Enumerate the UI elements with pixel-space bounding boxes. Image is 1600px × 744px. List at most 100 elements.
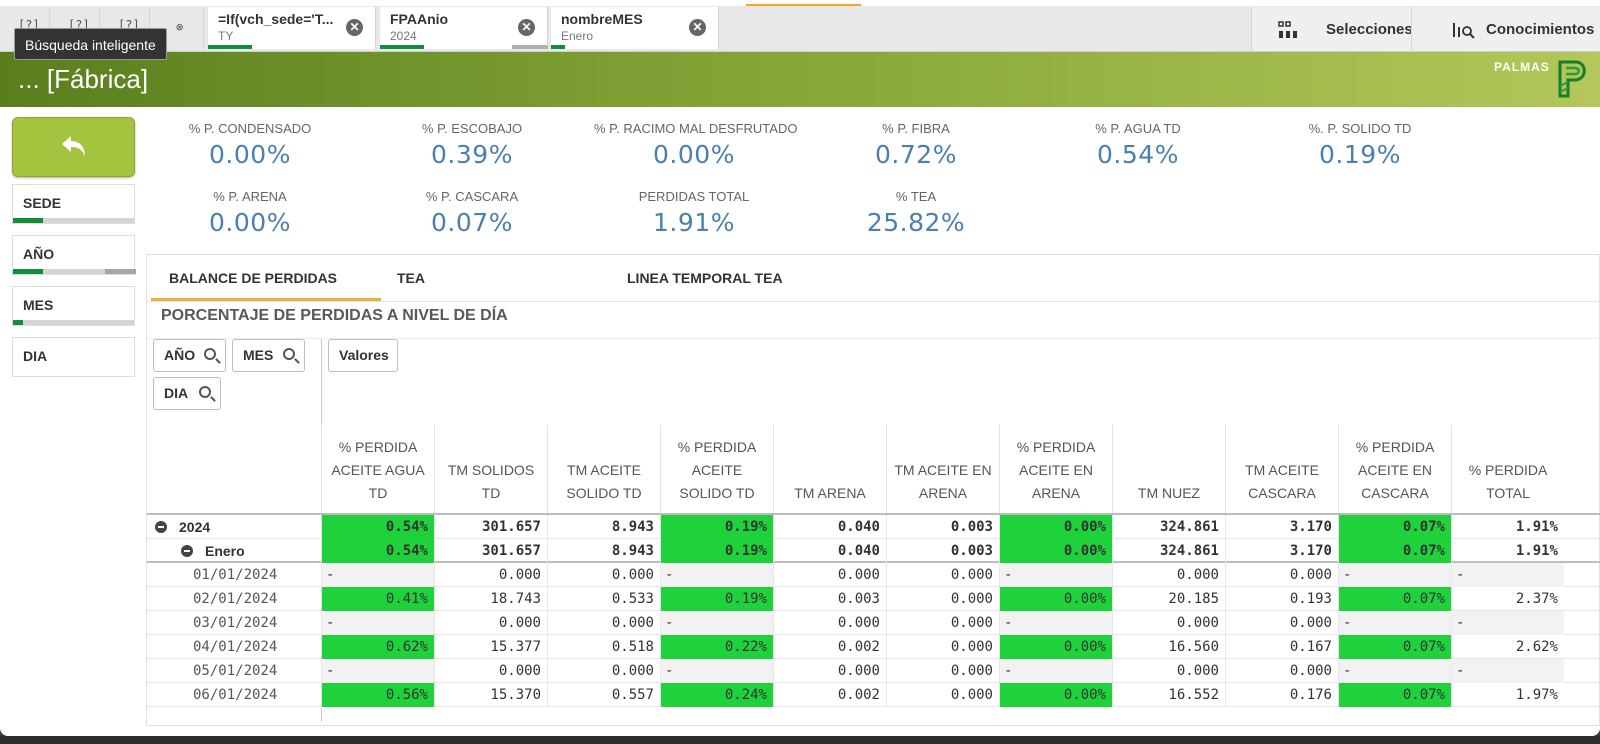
- table-cell: 0.19%: [660, 539, 773, 563]
- filter-dia[interactable]: DIA: [12, 337, 135, 377]
- column-header[interactable]: % PERDIDA ACEITE EN CASCARA: [1338, 425, 1451, 515]
- column-header[interactable]: TM ACEITE CASCARA: [1225, 425, 1338, 515]
- filter-excluded-bar: [105, 269, 136, 274]
- dimension-button-anio[interactable]: AÑO: [153, 339, 226, 372]
- table-cell: 0.000: [886, 659, 999, 683]
- table-cell: 0.07%: [1338, 635, 1451, 659]
- column-header[interactable]: % PERDIDA ACEITE AGUA TD: [321, 425, 434, 515]
- column-header[interactable]: TM ACEITE EN ARENA: [886, 425, 999, 515]
- kpi-fibra: % P. FIBRA 0.72%: [816, 121, 1016, 169]
- undo-arrow-icon: [62, 136, 85, 157]
- dimension-button-mes[interactable]: MES: [232, 339, 305, 372]
- column-header[interactable]: TM ARENA: [773, 425, 886, 515]
- kpi-racimo-mal-desfrutado: % P. RACIMO MAL DESFRUTADO 0.00%: [594, 121, 797, 169]
- table-row-date: 03/01/2024-0.000 0.000-0.000 0.000-0.000 0.…: [147, 611, 1600, 635]
- row-label-text: 05/01/2024: [193, 663, 278, 679]
- table-cell: 0.000: [886, 635, 999, 659]
- table-cell: -: [999, 563, 1112, 587]
- search-icon: [283, 348, 295, 360]
- table-cell: 0.00%: [999, 635, 1112, 659]
- column-header[interactable]: TM SOLIDOS TD: [434, 425, 547, 515]
- selections-label: Selecciones: [1326, 21, 1413, 38]
- table-cell: 0.41%: [321, 587, 434, 611]
- table-cell: 3.170: [1225, 539, 1338, 563]
- collapse-icon[interactable]: [181, 545, 193, 557]
- kpi-arena: % P. ARENA 0.00%: [150, 189, 350, 237]
- selection-chip-anio[interactable]: FPAAnio 2024 ✕: [380, 7, 548, 49]
- table-cell: 0.00%: [999, 515, 1112, 539]
- row-label-text: 02/01/2024: [193, 591, 278, 607]
- kpi-label: %. P. SOLIDO TD: [1308, 121, 1412, 136]
- kpi-label: % P. ESCOBAJO: [421, 121, 523, 136]
- column-header[interactable]: TM ACEITE SOLIDO TD: [547, 425, 660, 515]
- table-cell: 0.557: [547, 683, 660, 707]
- chip-selection-bar: [380, 45, 424, 49]
- dimension-label: DIA: [164, 385, 189, 401]
- insights-button[interactable]: Conocimientos: [1411, 7, 1600, 51]
- table-cell: -: [1451, 563, 1564, 587]
- kpi-cascara: % P. CASCARA 0.07%: [372, 189, 572, 237]
- row-label[interactable]: 2024: [155, 515, 210, 539]
- filter-mes[interactable]: MES: [12, 286, 135, 326]
- kpi-label: % P. FIBRA: [882, 121, 950, 136]
- filter-track: [13, 320, 134, 325]
- close-icon[interactable]: ✕: [346, 19, 363, 36]
- chip-title: =If(vch_sede='T...: [218, 11, 334, 27]
- collapse-icon[interactable]: [155, 521, 167, 533]
- column-header[interactable]: TM NUEZ: [1112, 425, 1225, 515]
- selection-chip-mes[interactable]: nombreMES Enero ✕: [551, 7, 719, 49]
- kpi-value: 0.00%: [653, 140, 735, 169]
- table-cell: 0.000: [434, 611, 547, 635]
- table-cell: 0.003: [886, 515, 999, 539]
- table-cell: 0.000: [547, 563, 660, 587]
- tab-tea[interactable]: TEA: [397, 255, 517, 301]
- table-cell: 0.19%: [660, 587, 773, 611]
- table-cell: 301.657: [434, 515, 547, 539]
- column-header-label: TM SOLIDOS TD: [447, 462, 535, 501]
- kpi-value: 0.39%: [431, 140, 513, 169]
- palmas-logo-icon: [1558, 60, 1586, 98]
- column-header-label: TM NUEZ: [1137, 485, 1201, 501]
- column-header-label: % PERDIDA ACEITE AGUA TD: [331, 439, 425, 501]
- kpi-agua-td: % P. AGUA TD 0.54%: [1038, 121, 1238, 169]
- row-label: 04/01/2024: [193, 635, 277, 659]
- column-header[interactable]: % PERDIDA ACEITE EN ARENA: [999, 425, 1112, 515]
- kpi-escobajo: % P. ESCOBAJO 0.39%: [372, 121, 572, 169]
- row-label-text: 2024: [179, 519, 211, 535]
- close-icon[interactable]: ✕: [518, 19, 535, 36]
- selection-bar: [?] [?] [?] ⊗ =If(vch_sede='T... TY ✕ FP…: [0, 0, 1600, 60]
- tab-balance-de-perdidas[interactable]: BALANCE DE PERDIDAS: [151, 255, 381, 301]
- kpi-solido-td: %. P. SOLIDO TD 0.19%: [1260, 121, 1460, 169]
- clear-icon: ⊗: [176, 20, 184, 34]
- dimension-button-dia[interactable]: DIA: [153, 377, 221, 410]
- back-button[interactable]: [12, 117, 135, 177]
- table-row-date: 01/01/2024-0.000 0.000-0.000 0.000-0.000 0.…: [147, 563, 1600, 587]
- table-cell: 0.54%: [321, 515, 434, 539]
- table-cell: 0.54%: [321, 539, 434, 563]
- column-header-label: % PERDIDA ACEITE SOLIDO TD: [677, 439, 757, 501]
- table-cell: 2.37%: [1451, 587, 1564, 611]
- column-header[interactable]: % PERDIDA ACEITE SOLIDO TD: [660, 425, 773, 515]
- table-cell: -: [1338, 563, 1451, 587]
- column-header[interactable]: % PERDIDA TOTAL: [1451, 425, 1564, 515]
- close-icon[interactable]: ✕: [689, 19, 706, 36]
- filter-label: DIA: [23, 348, 48, 364]
- filter-anio[interactable]: AÑO: [12, 235, 136, 275]
- row-label[interactable]: Enero: [181, 539, 245, 563]
- kpi-label: % P. AGUA TD: [1095, 121, 1181, 136]
- tab-linea-temporal-tea[interactable]: LINEA TEMPORAL TEA: [627, 255, 847, 301]
- table-cell: 15.370: [434, 683, 547, 707]
- table-cell: 0.00%: [999, 683, 1112, 707]
- table-cell: 3.170: [1225, 515, 1338, 539]
- table-cell: 0.07%: [1338, 587, 1451, 611]
- table-cell: 0.00%: [999, 539, 1112, 563]
- table-cell: 0.000: [773, 611, 886, 635]
- chip-excluded-bar: [512, 45, 548, 49]
- table-cell: 8.943: [547, 515, 660, 539]
- filter-selected-bar: [13, 320, 23, 325]
- selection-chip-sede[interactable]: =If(vch_sede='T... TY ✕: [208, 7, 376, 49]
- filter-sede[interactable]: SEDE: [12, 184, 135, 224]
- values-button[interactable]: Valores: [328, 339, 398, 372]
- selections-button[interactable]: Selecciones: [1251, 7, 1413, 51]
- sheet-title: ... [Fábrica]: [18, 64, 149, 94]
